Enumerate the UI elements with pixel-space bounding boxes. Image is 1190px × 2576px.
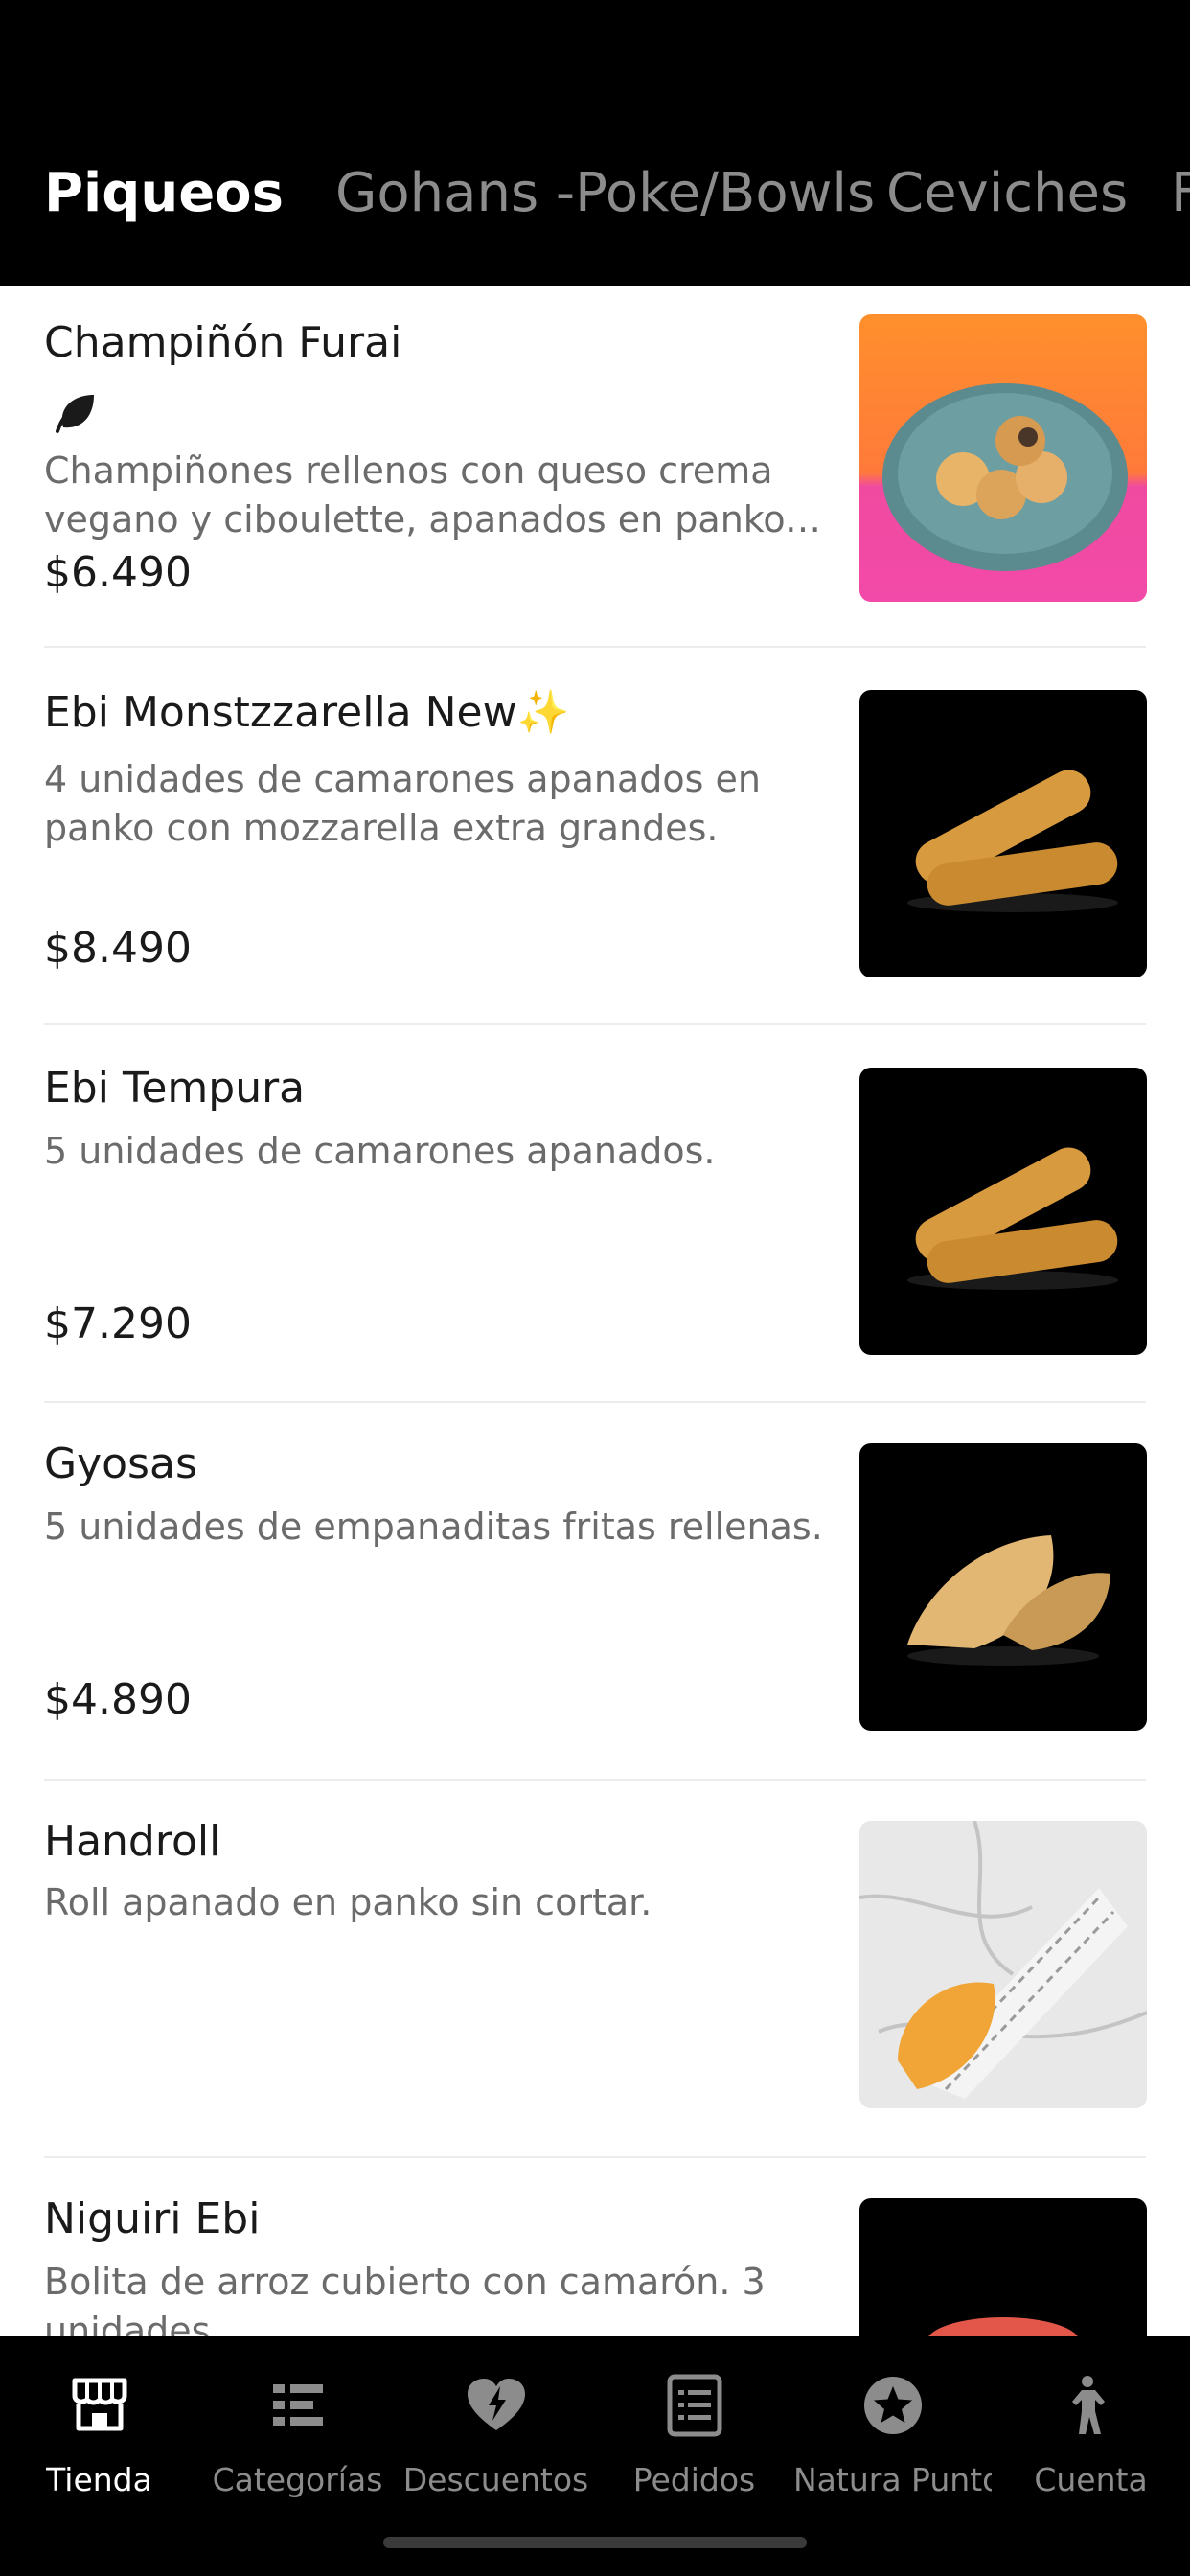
product-image — [859, 1068, 1147, 1355]
home-indicator — [383, 2537, 807, 2548]
tab-gohans-poke-bowls[interactable]: Gohans -Poke/Bowls — [335, 155, 875, 232]
product-description: 4 unidades de camarones apanados en pank… — [44, 758, 761, 849]
product-image — [859, 690, 1147, 978]
leaf-icon — [56, 395, 94, 433]
product-item[interactable]: Ebi Tempura 5 unidades de camarones apan… — [0, 1025, 1190, 1401]
nav-label: Natura Puntos — [793, 2461, 992, 2498]
nav-label: Tienda — [46, 2461, 152, 2498]
nav-label: Categorías — [212, 2461, 383, 2498]
tab-next-category[interactable]: F — [1171, 155, 1190, 232]
product-price: $7.290 — [44, 1300, 192, 1348]
nav-pedidos[interactable]: Pedidos — [595, 2336, 793, 2528]
tab-piqueos[interactable]: Piqueos — [44, 155, 284, 232]
product-description: 5 unidades de empanaditas fritas rellena… — [44, 1506, 823, 1548]
nav-label: Cuenta — [1034, 2461, 1148, 2498]
product-item[interactable]: Handroll Roll apanado en panko sin corta… — [0, 1781, 1190, 2156]
category-tabs: Piqueos Gohans -Poke/Bowls Ceviches F — [0, 155, 1190, 232]
nav-natura-puntos[interactable]: Natura Puntos — [793, 2336, 992, 2528]
app-screen: Piqueos Gohans -Poke/Bowls Ceviches F Ch… — [0, 0, 1190, 2576]
product-description: Champiñones rellenos con queso crema veg… — [44, 449, 797, 540]
product-name: Gyosas — [44, 1439, 197, 1488]
product-description: Bolita de arroz cubierto con camarón. 3 … — [44, 2261, 766, 2336]
product-image — [859, 1443, 1147, 1731]
tab-ceviches[interactable]: Ceviches — [886, 155, 1128, 232]
person-icon — [1072, 2376, 1105, 2434]
nav-cuenta[interactable]: Cuenta — [992, 2336, 1190, 2528]
product-item[interactable]: Champiñón Furai Champiñones rellenos con… — [0, 286, 1190, 646]
product-description: Roll apanado en panko sin cortar. — [44, 1881, 652, 1923]
product-price: $4.890 — [44, 1675, 192, 1724]
product-price: $8.490 — [44, 924, 192, 973]
product-image — [859, 1821, 1147, 2108]
product-name: Handroll — [44, 1817, 221, 1866]
product-image — [859, 314, 1147, 602]
product-name: Champiñón Furai — [44, 318, 402, 367]
product-name: Niguiri Ebi — [44, 2195, 261, 2243]
nav-label: Pedidos — [632, 2461, 756, 2498]
heart-bolt-icon — [468, 2379, 525, 2430]
nav-tienda[interactable]: Tienda — [0, 2336, 198, 2528]
nav-label: Descuentos — [402, 2461, 589, 2498]
product-name: Ebi Monstzzarella New✨ — [44, 688, 570, 737]
product-item[interactable]: Niguiri Ebi Bolita de arroz cubierto con… — [0, 2158, 1190, 2336]
product-item[interactable]: Ebi Monstzzarella New✨ 4 unidades de cam… — [0, 648, 1190, 1024]
product-price: $6.490 — [44, 548, 192, 597]
product-list: Champiñón Furai Champiñones rellenos con… — [0, 286, 1190, 2336]
category-header: Piqueos Gohans -Poke/Bowls Ceviches F — [0, 0, 1190, 286]
nav-categorias[interactable]: Categorías — [198, 2336, 397, 2528]
product-image — [859, 2198, 1147, 2336]
star-badge-icon — [864, 2377, 922, 2434]
nav-descuentos[interactable]: Descuentos — [397, 2336, 595, 2528]
product-item[interactable]: Gyosas 5 unidades de empanaditas fritas … — [0, 1403, 1190, 1779]
receipt-icon — [667, 2374, 722, 2437]
store-icon — [72, 2378, 127, 2431]
product-name: Ebi Tempura — [44, 1064, 306, 1113]
product-description: 5 unidades de camarones apanados. — [44, 1130, 716, 1172]
list-icon — [273, 2384, 323, 2426]
